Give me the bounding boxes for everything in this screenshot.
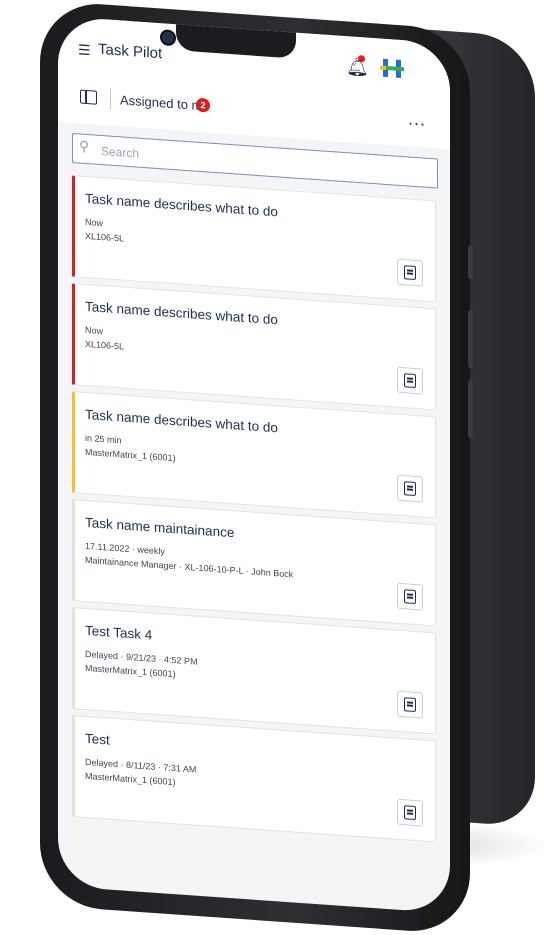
machine-icon	[404, 589, 416, 605]
task-time: Now	[85, 216, 104, 229]
machine-icon	[404, 481, 416, 497]
task-time: 17.11.2022 · weekly	[85, 540, 165, 557]
task-machine: XL106-5L	[85, 338, 125, 352]
side-button	[468, 244, 473, 280]
machine-icon	[404, 373, 416, 389]
task-action-button[interactable]	[397, 582, 423, 611]
task-action-button[interactable]	[397, 690, 423, 719]
task-title: Task name maintainance	[85, 514, 235, 541]
task-action-button[interactable]	[397, 798, 423, 827]
task-action-button[interactable]	[397, 474, 423, 503]
task-title: Test Task 4	[85, 622, 153, 643]
task-card[interactable]: Test Delayed · 8/11/23 · 7:31 AM MasterM…	[72, 714, 436, 843]
menu-icon[interactable]: ☰	[78, 41, 91, 59]
task-card[interactable]: Test Task 4 Delayed · 9/21/23 · 4:52 PM …	[72, 606, 436, 735]
brand-logo-icon	[380, 58, 404, 78]
machine-icon	[404, 805, 416, 821]
task-title: Task name describes what to do	[85, 298, 278, 328]
task-time: in 25 min	[85, 432, 122, 446]
phone-screen: ☰ Task Pilot 🔔︎ Assigned to me 2 ... ⚲ T…	[58, 16, 450, 914]
camera-icon	[160, 29, 176, 47]
divider	[110, 87, 111, 110]
task-list: Task name describes what to do Now XL106…	[72, 174, 436, 848]
task-action-button[interactable]	[397, 366, 423, 395]
task-card[interactable]: Task name describes what to do Now XL106…	[72, 282, 436, 411]
more-icon[interactable]: ...	[408, 108, 426, 130]
search-icon: ⚲	[79, 137, 90, 155]
notification-dot	[358, 54, 365, 63]
task-title: Test	[85, 730, 110, 748]
machine-icon	[404, 265, 416, 281]
machine-icon	[404, 697, 416, 713]
task-title: Task name describes what to do	[85, 190, 278, 220]
task-card[interactable]: Task name describes what to do Now XL106…	[72, 174, 436, 303]
task-machine: MasterMatrix_1 (6001)	[85, 662, 176, 680]
task-card[interactable]: Task name describes what to do in 25 min…	[72, 390, 436, 519]
task-machine: Maintainance Manager · XL-106-10-P-L · J…	[85, 554, 294, 580]
filter-count-badge: 2	[196, 97, 210, 113]
task-machine: MasterMatrix_1 (6001)	[85, 770, 176, 788]
task-title: Task name describes what to do	[85, 406, 278, 436]
task-machine: XL106-5L	[85, 230, 125, 244]
side-button	[468, 379, 473, 439]
task-card[interactable]: Task name maintainance 17.11.2022 · week…	[72, 498, 436, 627]
side-button	[468, 309, 473, 369]
task-action-button[interactable]	[397, 258, 423, 287]
task-machine: MasterMatrix_1 (6001)	[85, 446, 176, 464]
app-title: Task Pilot	[98, 40, 163, 63]
task-time: Now	[85, 324, 104, 337]
panel-toggle-icon[interactable]	[80, 89, 97, 105]
